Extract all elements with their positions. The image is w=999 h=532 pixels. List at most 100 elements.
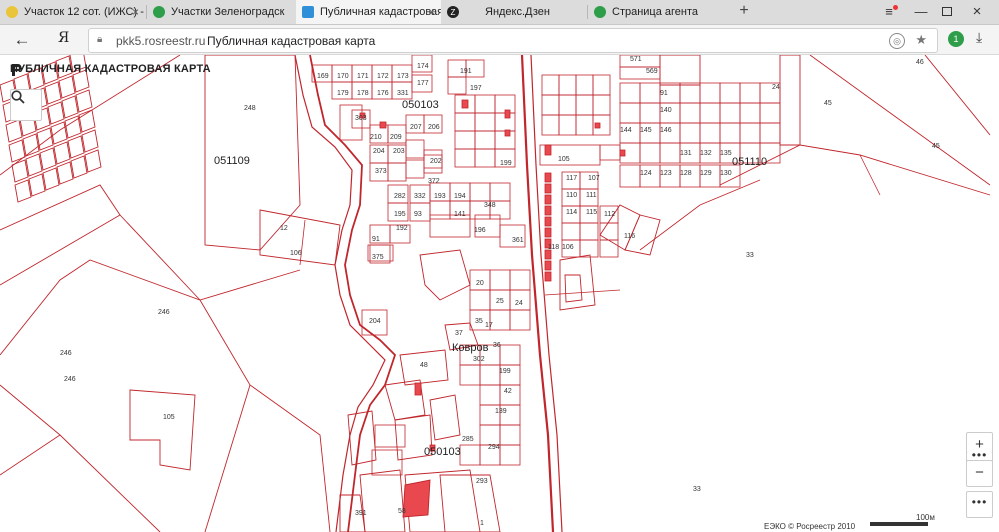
parcel-number: 132	[700, 150, 712, 157]
parcel	[504, 109, 511, 119]
minimize-button[interactable]: —	[910, 2, 932, 22]
parcel	[509, 309, 531, 331]
tab-stranitsa-agenta[interactable]: Страница агента	[588, 0, 728, 24]
address-field[interactable]: 🔒︎ pkk5.rosreestr.ru Публичная кадастров…	[88, 28, 938, 53]
parcel-number: 303	[355, 115, 367, 122]
quarter-label: 051110	[732, 156, 767, 168]
parcel	[499, 344, 521, 366]
parcel	[75, 89, 93, 113]
parcel-number: 139	[495, 408, 507, 415]
parcel-number: 204	[369, 318, 381, 325]
close-window-button[interactable]: ×	[966, 2, 988, 22]
parcel-boundary	[204, 384, 251, 532]
close-tab-icon[interactable]: ×	[428, 5, 435, 19]
tab-title: Участки Зеленоградск	[171, 6, 285, 18]
parcel	[579, 222, 599, 241]
parcel-number: 24	[772, 84, 780, 91]
parcel	[679, 102, 701, 124]
parcel	[47, 101, 65, 125]
parcel-boundary	[119, 214, 201, 301]
parcel	[36, 127, 54, 151]
parcel	[575, 94, 594, 116]
parcel-number: 285	[462, 436, 474, 443]
more-tools-button[interactable]: •••	[966, 491, 993, 518]
parcel-number: 191	[460, 68, 472, 75]
zoom-out-button[interactable]: −	[966, 460, 993, 487]
parcel	[439, 474, 501, 532]
parcel-number: 117	[566, 175, 577, 182]
extension-icon[interactable]: 1	[948, 31, 964, 47]
parcel-boundary	[59, 434, 161, 532]
parcel	[429, 394, 461, 441]
downloads-icon[interactable]: ⤓	[976, 29, 982, 46]
parcel	[544, 216, 552, 227]
parcel	[739, 122, 761, 144]
parcel	[58, 75, 76, 99]
parcel	[504, 129, 511, 137]
close-tab-icon[interactable]: ×	[132, 5, 139, 19]
parcel-number: 12	[280, 225, 288, 232]
parcel	[379, 121, 387, 129]
parcel	[592, 74, 611, 96]
parcel-number: 48	[420, 362, 428, 369]
cadastral-map[interactable]: 051109 050103 051110 050103 248 246 246 246 105 1…	[0, 55, 999, 532]
parcel-number: 391	[355, 510, 367, 517]
extension-badge: 1	[953, 34, 959, 44]
parcel-number: 45	[932, 143, 940, 150]
protect-icon[interactable]: ◎	[889, 33, 905, 49]
maximize-button[interactable]	[936, 2, 958, 22]
parcel	[739, 102, 761, 124]
back-button[interactable]: ←	[12, 30, 32, 50]
parcel-number: 105	[558, 156, 570, 163]
parcel	[479, 384, 501, 406]
parcel	[454, 112, 476, 132]
parcel	[474, 148, 496, 168]
tab-uchastok-12[interactable]: Участок 12 сот. (ИЖС) - куп ×	[0, 0, 145, 24]
parcel	[759, 122, 781, 144]
parcel	[42, 167, 60, 191]
menu-button[interactable]: ≡	[878, 2, 900, 22]
parcel-number: 140	[660, 107, 672, 114]
parcel-number: 128	[680, 170, 692, 177]
parcel	[50, 121, 68, 145]
parcel-number: 178	[357, 90, 369, 97]
tab-uchastki-zelenogradsk[interactable]: Участки Зеленоградск	[147, 0, 295, 24]
parcel-number: 177	[417, 80, 429, 87]
parcel-number: 194	[454, 193, 466, 200]
bookmark-star-icon[interactable]: ★	[915, 32, 927, 48]
parcel-number: 569	[646, 68, 658, 75]
parcel-number: 302	[473, 356, 485, 363]
parcel-number: 210	[370, 134, 382, 141]
parcel	[489, 182, 511, 202]
new-tab-button[interactable]: +	[735, 2, 753, 20]
parcel	[479, 364, 501, 386]
parcel-number: 146	[660, 127, 672, 134]
tab-yandex-dzen[interactable]: Z Яндекс.Дзен	[441, 0, 586, 24]
tab-publichnaya-kadastrovaya[interactable]: Публичная кадастровая ×	[296, 0, 441, 24]
parcel	[474, 94, 496, 114]
parcel	[64, 115, 82, 139]
parcel-boundary	[639, 179, 761, 251]
parcel-number: 118	[548, 244, 559, 251]
parcel	[429, 200, 451, 220]
parcel	[474, 112, 496, 132]
parcel-number: 199	[499, 368, 511, 375]
parcel	[759, 102, 781, 124]
parcel-number: 115	[586, 209, 597, 216]
parcel-layer[interactable]: 051109 050103 051110 050103 248 246 246 246 105 1…	[0, 55, 999, 532]
yandex-logo[interactable]: Я	[58, 30, 69, 46]
parcel	[5, 119, 23, 143]
lock-icon[interactable]: 🔒︎	[97, 34, 102, 45]
scale-bar: 100м	[870, 513, 935, 529]
parcel-number: 293	[476, 478, 488, 485]
parcel	[541, 114, 560, 136]
parcel-number: 141	[454, 211, 466, 218]
search-button[interactable]	[10, 89, 42, 121]
parcel	[469, 289, 491, 311]
parcel	[739, 82, 761, 104]
parcel-number: 171	[357, 73, 369, 80]
favicon-icon	[6, 6, 18, 18]
parcel	[25, 153, 43, 177]
parcel-number: 361	[512, 237, 524, 244]
parcel	[544, 205, 552, 216]
